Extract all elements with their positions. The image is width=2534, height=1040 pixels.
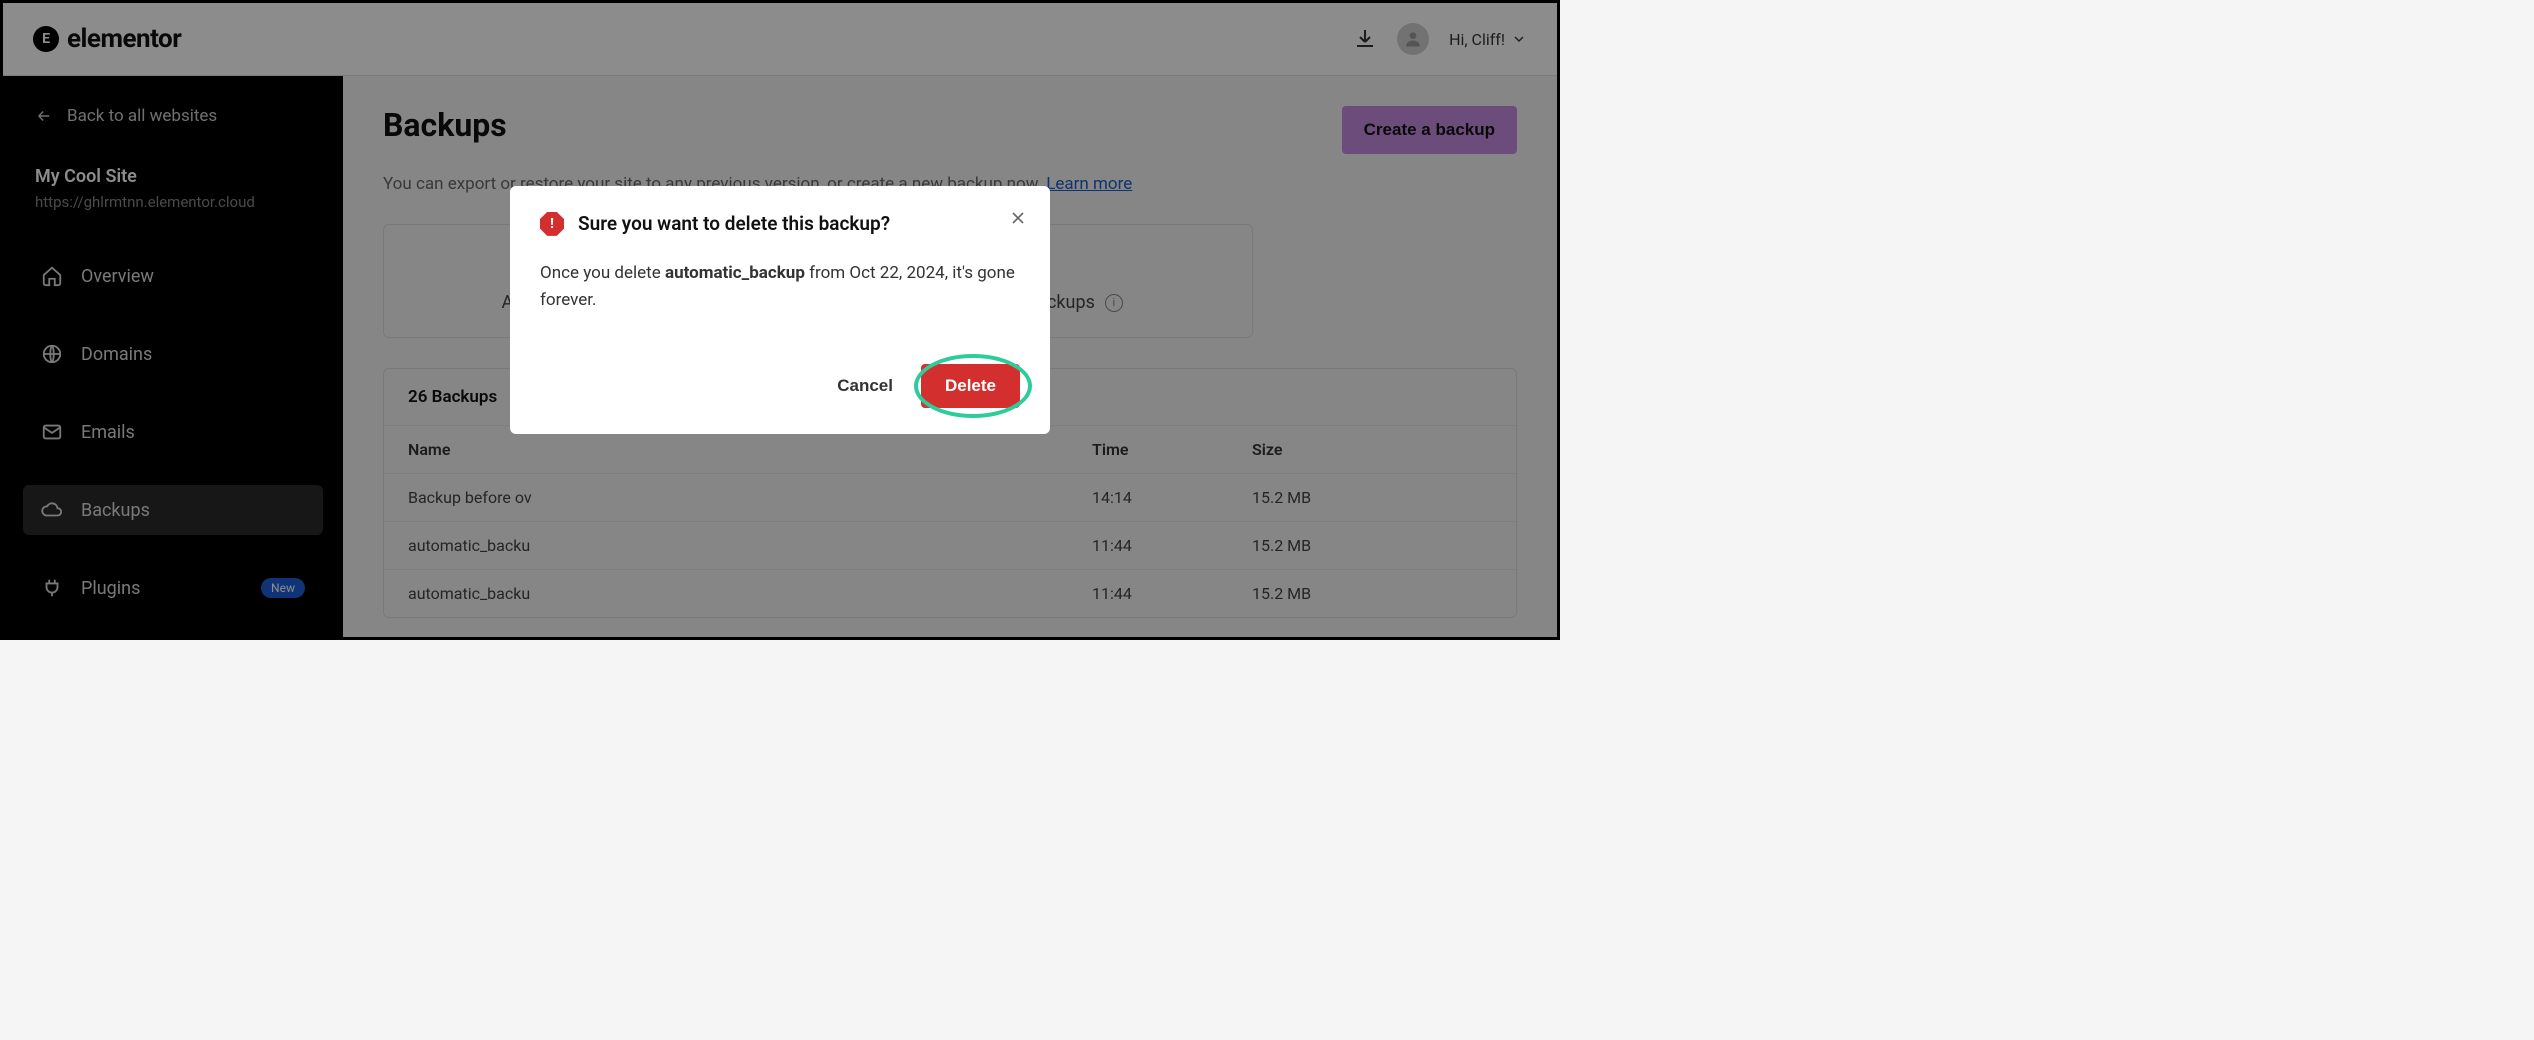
delete-confirm-modal: ! Sure you want to delete this backup? O…: [510, 186, 1050, 434]
warning-icon: !: [540, 212, 564, 236]
close-icon[interactable]: [1008, 208, 1028, 228]
modal-title: Sure you want to delete this backup?: [578, 212, 890, 235]
delete-button[interactable]: Delete: [921, 364, 1020, 408]
modal-overlay: ! Sure you want to delete this backup? O…: [3, 3, 1557, 637]
cancel-button[interactable]: Cancel: [821, 364, 909, 408]
modal-body: Once you delete automatic_backup from Oc…: [540, 260, 1020, 314]
